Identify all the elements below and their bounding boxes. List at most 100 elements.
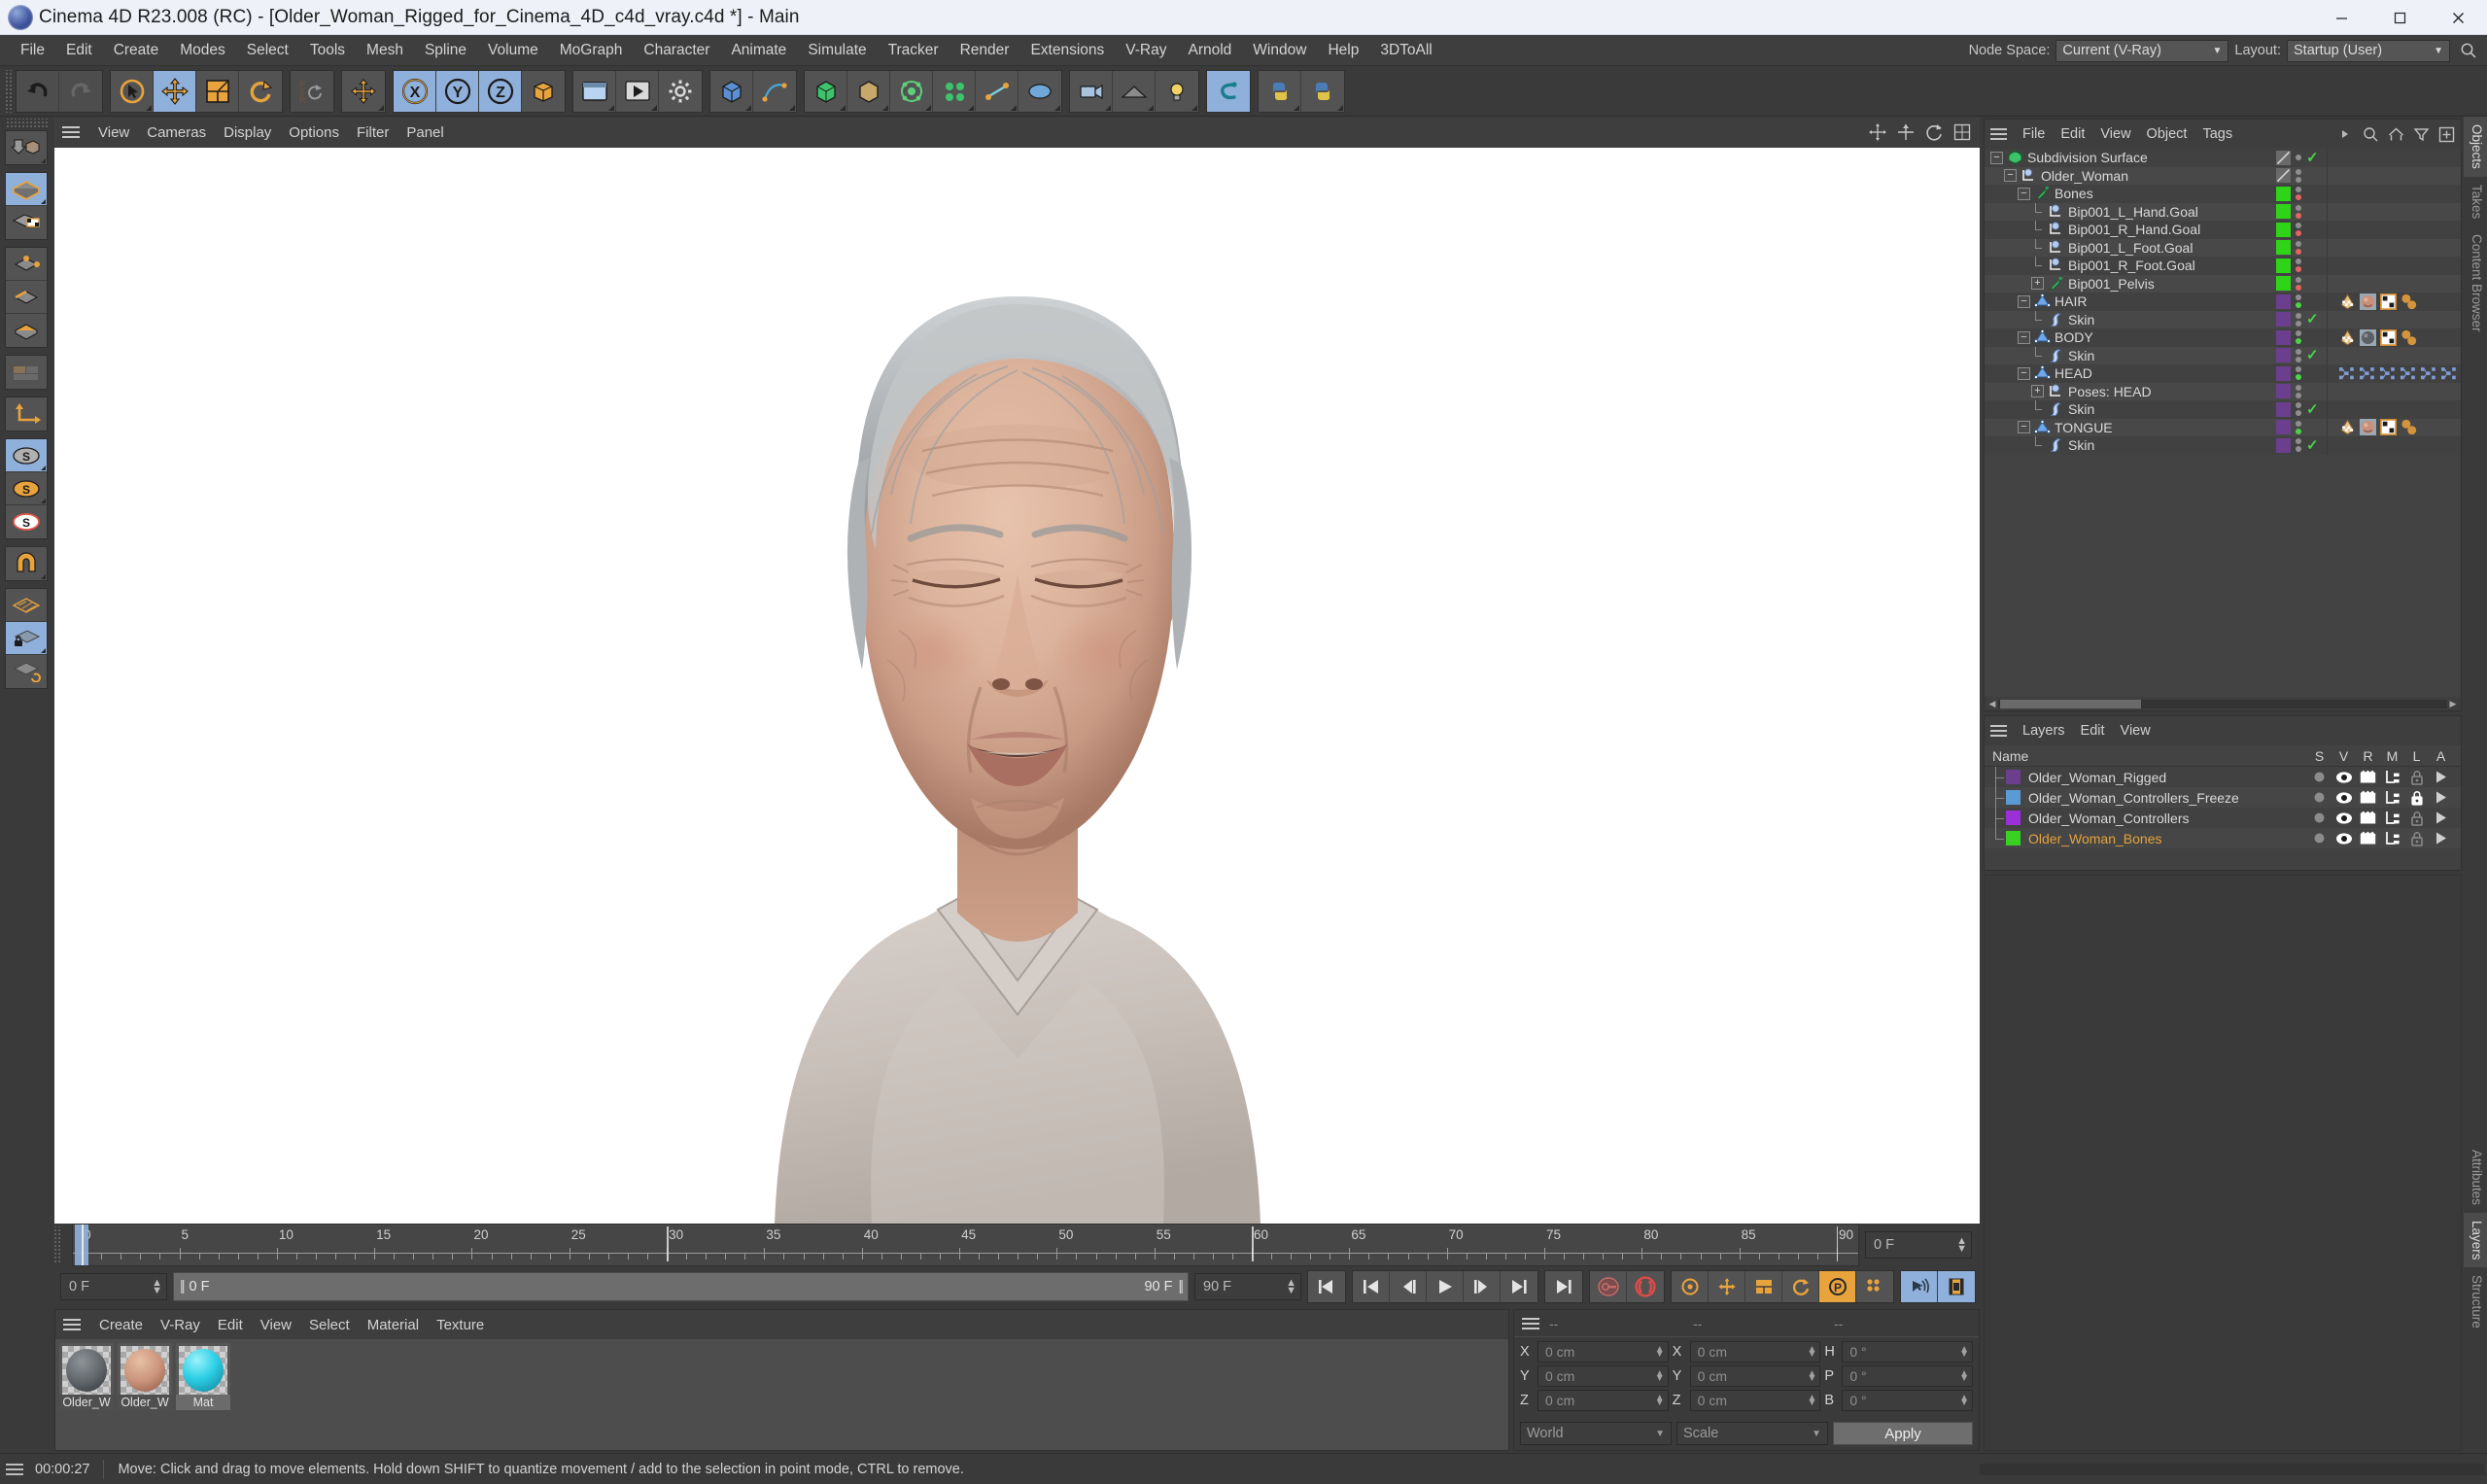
toolbar-grip[interactable] [4,69,14,113]
preview-range-slider[interactable]: || 0 F 90 F || [173,1272,1189,1301]
visibility-dot[interactable] [2295,320,2301,327]
object-tree-row[interactable]: + Poses: HEAD [1985,382,2461,400]
layer-col-m[interactable]: M [2380,748,2404,764]
pan-view-icon[interactable] [1866,121,1889,144]
material-skin-tag-icon[interactable] [2360,419,2376,436]
material-item[interactable]: Mat [176,1343,230,1410]
object-tree-row[interactable]: − HAIR [1985,293,2461,311]
transform-mode-select[interactable]: Scale ▼ [1676,1422,1828,1445]
object-tree-row[interactable]: Bip001_L_Foot.Goal [1985,238,2461,257]
layer-manager-toggle[interactable] [2380,790,2404,805]
object-layer-swatch[interactable] [2276,420,2291,435]
collapse-toggle-icon[interactable]: − [2018,294,2030,308]
lock-workplane-button[interactable] [6,622,47,655]
play-button[interactable] [1427,1271,1464,1302]
viewport-menu-panel[interactable]: Panel [397,121,452,144]
pose-morph-tag-icon[interactable] [2339,365,2356,382]
coordinates-menu-icon[interactable] [1522,1313,1543,1334]
stepper-icon[interactable]: ▲ ▼ [1655,1393,1665,1407]
array-button[interactable] [847,70,890,112]
phong-tag-icon[interactable] [2339,328,2356,346]
layer-color-swatch[interactable] [2006,770,2021,784]
enable-snapping-button[interactable]: S [6,439,47,472]
document-end-frame-field[interactable]: 90 F ▲ ▼ [1194,1273,1301,1300]
mograph-button[interactable] [933,70,976,112]
record-active-objects-button[interactable] [1590,1271,1627,1302]
workplane-button[interactable] [6,589,47,622]
layer-manager-toggle[interactable] [2380,831,2404,846]
visibility-dot[interactable] [2295,240,2301,247]
object-tree-row[interactable]: Bip001_R_Hand.Goal [1985,221,2461,239]
visibility-dot[interactable] [2295,155,2301,161]
layer-animation-toggle[interactable] [2429,811,2453,825]
object-layer-swatch[interactable] [2276,186,2291,201]
step-back-button[interactable] [1390,1271,1427,1302]
object-visibility-dots[interactable] [2293,259,2303,273]
object-visibility-dots[interactable] [2293,420,2303,434]
layer-manager-toggle[interactable] [2380,811,2404,825]
live-selection-tool-button[interactable] [111,70,154,112]
layer-solo-toggle[interactable] [2307,811,2332,825]
layer-row[interactable]: Older_Woman_Rigged [1985,767,2461,787]
object-visibility-dots[interactable] [2293,276,2303,291]
object-menu-view[interactable]: View [2092,124,2138,144]
material-cloth-tag-icon[interactable] [2360,328,2376,346]
rotate-tool-button[interactable] [239,70,282,112]
lock-z-axis-button[interactable]: Z [479,70,522,112]
make-editable-button[interactable] [6,131,47,164]
visibility-dot[interactable] [2295,294,2301,301]
rotate-view-icon[interactable] [1922,121,1946,144]
python-generator-button[interactable] [1301,70,1344,112]
key-selection-button[interactable] [1672,1271,1709,1302]
layer-col-l[interactable]: L [2404,748,2429,764]
menu-arnold[interactable]: Arnold [1177,39,1242,62]
python-script-button[interactable] [1259,70,1301,112]
go-to-start-button[interactable] [1308,1271,1345,1302]
object-tree-row[interactable]: − Older_Woman [1985,166,2461,185]
object-layer-swatch[interactable] [2276,365,2291,381]
maximize-viewport-icon[interactable] [1951,121,1974,144]
visibility-dot[interactable] [2295,259,2301,265]
object-visibility-dots[interactable] [2293,438,2303,453]
visibility-dot[interactable] [2295,187,2301,193]
menu-extensions[interactable]: Extensions [1019,39,1115,62]
overflow-arrow-icon[interactable] [2334,123,2356,145]
autokeying-button[interactable] [1627,1271,1664,1302]
render-settings-button[interactable] [659,70,702,112]
stepper-icon[interactable]: ▲ ▼ [1807,1393,1816,1407]
object-visibility-dots[interactable] [2293,348,2303,362]
status-menu-icon[interactable] [6,1459,27,1480]
layer-lock-toggle[interactable] [2404,790,2429,806]
render-to-picture-viewer-button[interactable] [616,70,659,112]
frame-rate-button[interactable] [1938,1271,1975,1302]
key-points-button[interactable] [1856,1271,1893,1302]
menu-character[interactable]: Character [633,39,720,62]
material-menu-edit[interactable]: Edit [209,1314,252,1336]
layer-color-swatch[interactable] [2006,831,2021,846]
add-layer-icon[interactable] [2435,123,2457,145]
quantize-snapping-button[interactable]: S [6,472,47,505]
object-tree-row[interactable]: − Subdivision Surface ✓ [1985,149,2461,167]
selection-tag-icon[interactable] [2401,293,2417,310]
position-y-input[interactable]: 0 cm ▲ ▼ [1537,1365,1669,1387]
search-icon[interactable] [2456,38,2481,63]
object-tree-row[interactable]: − Bones [1985,185,2461,203]
selection-tag-icon[interactable] [2401,329,2417,346]
psr-lock-button[interactable]: PSR [291,70,333,112]
node-space-select[interactable]: Current (V-Ray) ▼ [2055,39,2229,62]
model-mode-button[interactable] [6,173,47,206]
object-visibility-dots[interactable] [2293,402,2303,417]
layer-render-toggle[interactable] [2356,790,2380,805]
object-visibility-dots[interactable] [2293,330,2303,345]
viewport-menu-view[interactable]: View [89,121,138,144]
size-x-input[interactable]: 0 cm ▲ ▼ [1689,1341,1821,1363]
edges-mode-button[interactable] [6,281,47,314]
object-layer-swatch[interactable] [2276,150,2291,165]
lock-x-axis-button[interactable]: X [394,70,436,112]
visibility-dot[interactable] [2295,392,2301,398]
pose-morph-tag-icon[interactable] [2401,365,2417,382]
material-menu-material[interactable]: Material [359,1314,428,1336]
viewport-menu-filter[interactable]: Filter [348,121,397,144]
rotation-b-input[interactable]: 0 ° ▲ ▼ [1842,1390,1974,1411]
collapse-toggle-icon[interactable]: − [2018,421,2030,434]
